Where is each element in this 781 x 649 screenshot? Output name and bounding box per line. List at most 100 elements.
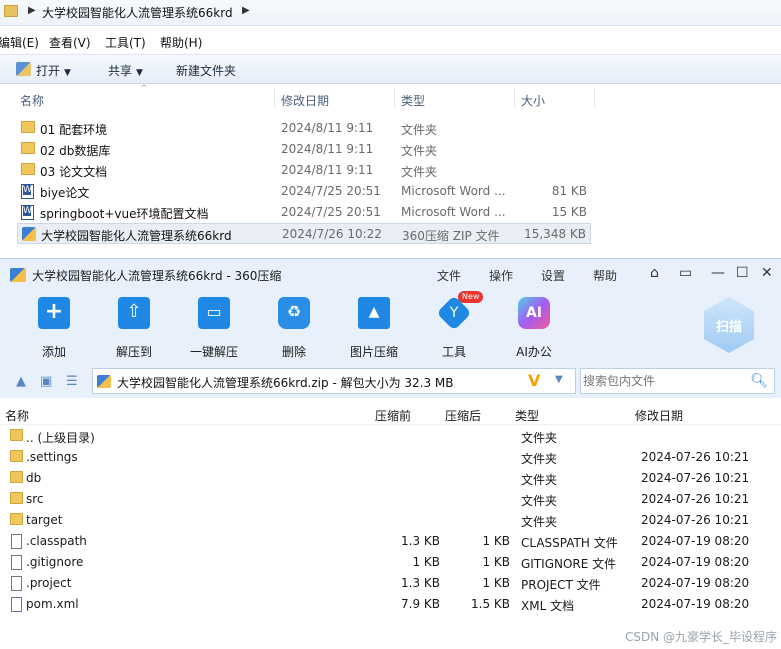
table-row[interactable]: .settings 文件夹 2024-07-26 10:21 <box>4 447 774 468</box>
chevron-down-icon: ▼ <box>64 68 71 78</box>
file-name: 01 配套环境 <box>40 123 108 137</box>
list-item[interactable]: 02 db数据库 2024/8/11 9:11 文件夹 <box>17 139 591 160</box>
entry-before: 1 KB <box>412 555 440 569</box>
add-button[interactable]: + 添加 <box>22 297 84 359</box>
entry-type: GITIGNORE 文件 <box>521 557 617 571</box>
column-after[interactable]: 压缩后 <box>445 407 481 424</box>
entry-date: 2024-07-26 10:21 <box>641 513 750 527</box>
file-date: 2024/7/25 20:51 <box>281 184 381 198</box>
extract-to-button[interactable]: ⇧ 解压到 <box>102 297 164 359</box>
column-divider[interactable] <box>274 88 275 108</box>
entry-after: 1 KB <box>482 576 510 590</box>
column-name[interactable]: 名称 <box>20 92 44 109</box>
chevron-right-icon[interactable]: ▶ <box>28 5 36 16</box>
word-icon <box>21 205 34 220</box>
table-row[interactable]: src 文件夹 2024-07-26 10:21 <box>4 489 774 510</box>
new-folder-button[interactable]: 新建文件夹 <box>176 62 236 79</box>
menu-help[interactable]: 帮助(H) <box>160 34 202 51</box>
column-divider[interactable] <box>514 88 515 108</box>
entry-type: 文件夹 <box>521 452 558 466</box>
chevron-down-icon[interactable]: ▼ <box>555 374 563 385</box>
folder-icon <box>10 471 23 483</box>
list-view-icon[interactable]: ☰ <box>66 374 78 389</box>
file-date: 2024/7/26 10:22 <box>282 227 382 241</box>
title-bar: 大学校园智能化人流管理系统66krd - 360压缩 文件 操作 设置 帮助 ⌂… <box>0 259 781 289</box>
entry-name: .gitignore <box>26 555 84 569</box>
table-row[interactable]: .gitignore 1 KB 1 KB GITIGNORE 文件 2024-0… <box>4 552 774 573</box>
path-field[interactable]: 大学校园智能化人流管理系统66krd.zip - 解包大小为 32.3 MB V… <box>92 368 576 394</box>
delete-button[interactable]: ♻ 删除 <box>262 297 324 359</box>
image-compress-icon: ▲ <box>358 297 390 329</box>
file-size: 15 KB <box>551 205 587 219</box>
entry-name: target <box>26 513 63 527</box>
ai-icon: AI <box>518 297 550 329</box>
column-divider[interactable] <box>394 88 395 108</box>
column-size[interactable]: 大小 <box>521 92 545 109</box>
menu-bar: 编辑(E) 查看(V) 工具(T) 帮助(H) <box>0 30 781 52</box>
file-icon <box>11 576 22 591</box>
zip-icon <box>97 375 111 388</box>
entry-type: PROJECT 文件 <box>521 578 601 592</box>
scan-button[interactable]: 扫描 <box>704 297 754 353</box>
menu-help[interactable]: 帮助 <box>593 267 617 284</box>
entry-before: 7.9 KB <box>401 597 440 611</box>
table-row[interactable]: db 文件夹 2024-07-26 10:21 <box>4 468 774 489</box>
entry-name: src <box>26 492 44 506</box>
list-item[interactable]: 01 配套环境 2024/8/11 9:11 文件夹 <box>17 118 591 139</box>
tools-button[interactable]: Y 工具 <box>422 295 484 359</box>
entry-type: 文件夹 <box>521 473 558 487</box>
column-type[interactable]: 类型 <box>401 92 425 109</box>
search-icon[interactable]: 🔍︎ <box>750 373 768 389</box>
address-bar[interactable]: ▶ 大学校园智能化人流管理系统66krd ▶ <box>0 0 781 26</box>
entry-after: 1.5 KB <box>471 597 510 611</box>
table-row[interactable]: target 文件夹 2024-07-26 10:21 <box>4 510 774 531</box>
column-date[interactable]: 修改日期 <box>635 407 683 424</box>
image-compress-button[interactable]: ▲ 图片压缩 <box>342 297 404 359</box>
open-button[interactable]: 打开 ▼ <box>36 62 71 79</box>
breadcrumb[interactable]: 大学校园智能化人流管理系统66krd <box>42 4 233 21</box>
v-badge-icon[interactable]: V <box>528 371 540 390</box>
list-item[interactable]: biye论文 2024/7/25 20:51 Microsoft Word ..… <box>17 181 591 202</box>
maximize-icon[interactable]: ☐ <box>736 265 749 281</box>
menu-operate[interactable]: 操作 <box>489 267 513 284</box>
up-arrow-icon[interactable]: ▲ <box>16 374 26 389</box>
folder-icon <box>21 163 35 175</box>
column-before[interactable]: 压缩前 <box>375 407 411 424</box>
menu-file[interactable]: 文件 <box>437 267 461 284</box>
file-type: Microsoft Word ... <box>401 184 506 198</box>
search-box[interactable]: 🔍︎ <box>580 368 775 394</box>
entry-date: 2024-07-19 08:20 <box>641 555 750 569</box>
search-input[interactable] <box>583 372 743 390</box>
menu-view[interactable]: 查看(V) <box>49 34 91 51</box>
sort-up-icon: ^ <box>140 84 148 94</box>
tool-label: 解压到 <box>115 345 152 359</box>
minimize-icon[interactable]: — <box>711 265 725 281</box>
column-header: 名称 压缩前 压缩后 类型 修改日期 <box>0 403 781 425</box>
menu-edit[interactable]: 编辑(E) <box>0 34 39 51</box>
thumbnail-view-icon[interactable]: ▣ <box>40 374 52 389</box>
feedback-icon[interactable]: ▭ <box>679 265 692 281</box>
column-type[interactable]: 类型 <box>515 407 539 424</box>
app-logo-icon <box>10 268 26 282</box>
column-date[interactable]: 修改日期 <box>281 92 329 109</box>
list-item[interactable]: 03 论文文档 2024/8/11 9:11 文件夹 <box>17 160 591 181</box>
share-button[interactable]: 共享 ▼ <box>108 62 143 79</box>
menu-tools[interactable]: 工具(T) <box>105 34 146 51</box>
list-item-selected[interactable]: 大学校园智能化人流管理系统66krd 2024/7/26 10:22 360压缩… <box>17 223 591 244</box>
table-row[interactable]: pom.xml 7.9 KB 1.5 KB XML 文档 2024-07-19 … <box>4 594 774 615</box>
column-name[interactable]: 名称 <box>5 407 29 424</box>
entry-after: 1 KB <box>482 534 510 548</box>
table-row[interactable]: .project 1.3 KB 1 KB PROJECT 文件 2024-07-… <box>4 573 774 594</box>
column-divider[interactable] <box>594 88 595 108</box>
one-click-extract-button[interactable]: ▭ 一键解压 <box>182 297 244 359</box>
tool-label: 图片压缩 <box>349 345 398 359</box>
menu-settings[interactable]: 设置 <box>541 267 565 284</box>
chevron-right-icon[interactable]: ▶ <box>242 5 250 16</box>
entry-date: 2024-07-26 10:21 <box>641 450 750 464</box>
table-row[interactable]: .. (上级目录) 文件夹 <box>4 426 774 447</box>
skin-icon[interactable]: ⌂ <box>650 265 659 281</box>
list-item[interactable]: springboot+vue环境配置文档 2024/7/25 20:51 Mic… <box>17 202 591 223</box>
close-icon[interactable]: ✕ <box>761 265 773 281</box>
ai-office-button[interactable]: AI AI办公 <box>502 297 564 359</box>
table-row[interactable]: .classpath 1.3 KB 1 KB CLASSPATH 文件 2024… <box>4 531 774 552</box>
